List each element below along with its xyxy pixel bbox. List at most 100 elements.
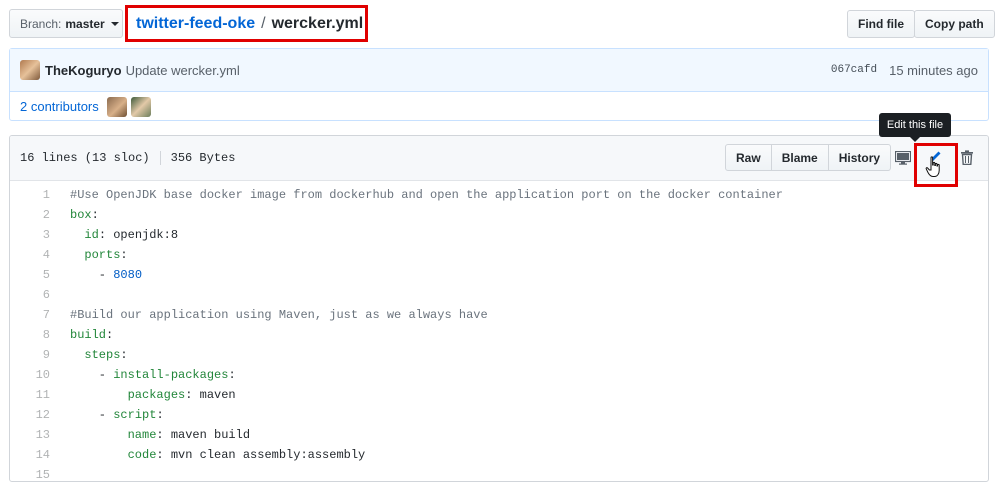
code-token: : (106, 328, 114, 342)
code-token: : (120, 248, 128, 262)
contributors-row: 2 contributors (10, 92, 988, 121)
raw-button[interactable]: Raw (725, 144, 772, 171)
commit-sha[interactable]: 067cafd (831, 64, 877, 76)
code-listing: 1 #Use OpenJDK base docker image from doc… (10, 181, 988, 481)
avatar[interactable] (20, 60, 40, 80)
file-size: 356 Bytes (170, 151, 236, 165)
code-token: : (120, 348, 128, 362)
code-line: 10 - install-packages: (10, 365, 988, 385)
code-token: - (70, 408, 114, 422)
commit-info: TheKoguryo Update wercker.yml 067cafd 15… (9, 48, 989, 121)
code-token: : maven build (156, 428, 251, 442)
code-token: id (84, 228, 99, 242)
line-number[interactable]: 8 (10, 328, 50, 342)
latest-commit-row: TheKoguryo Update wercker.yml 067cafd 15… (10, 49, 988, 92)
code-token: : (91, 208, 99, 222)
code-line: 3 id: openjdk:8 (10, 225, 988, 245)
line-number[interactable]: 1 (10, 188, 50, 202)
blame-button[interactable]: Blame (770, 144, 829, 171)
hand-cursor-icon (925, 156, 940, 177)
branch-select-button[interactable]: Branch: master (9, 9, 123, 38)
file-line-count: 16 lines (13 sloc) (20, 151, 161, 165)
file-actions: Find file Copy path (847, 10, 995, 38)
code-line: 4 ports: (10, 245, 988, 265)
code-token: code (127, 448, 157, 462)
code-line: 1 #Use OpenJDK base docker image from doc… (10, 185, 988, 205)
code-line: 7 #Build our application using Maven, jus… (10, 305, 988, 325)
line-content: name: maven build (50, 428, 250, 442)
code-line: 14 code: mvn clean assembly:assembly (10, 445, 988, 465)
line-content: ports: (50, 248, 128, 262)
code-token: - (70, 268, 114, 282)
line-number[interactable]: 11 (10, 388, 50, 402)
code-token: install-packages (113, 368, 229, 382)
line-content: - 8080 (50, 268, 142, 282)
line-number[interactable]: 13 (10, 428, 50, 442)
code-token: script (113, 408, 157, 422)
history-button[interactable]: History (827, 144, 892, 171)
code-token: - (70, 368, 114, 382)
file-view-buttons: Raw Blame History (725, 144, 892, 171)
code-token: : (228, 368, 236, 382)
file-viewer: 16 lines (13 sloc) 356 Bytes Raw Blame H… (9, 135, 989, 482)
code-token: ports (84, 248, 121, 262)
line-number[interactable]: 5 (10, 268, 50, 282)
line-content: packages: maven (50, 388, 236, 402)
line-number[interactable]: 7 (10, 308, 50, 322)
line-content: code: mvn clean assembly:assembly (50, 448, 366, 462)
line-number[interactable]: 3 (10, 228, 50, 242)
breadcrumb: twitter-feed-oke / wercker.yml (125, 5, 368, 42)
code-token: #Use OpenJDK base docker image from dock… (70, 188, 783, 202)
trash-icon[interactable] (960, 150, 974, 165)
line-content: steps: (50, 348, 128, 362)
line-content: id: openjdk:8 (50, 228, 178, 242)
line-number[interactable]: 15 (10, 468, 50, 481)
desktop-icon[interactable] (895, 151, 911, 165)
code-token: : maven (185, 388, 236, 402)
code-line: 12 - script: (10, 405, 988, 425)
commit-message[interactable]: Update wercker.yml (126, 63, 240, 78)
contributors-link[interactable]: 2 contributors (20, 99, 99, 114)
code-token: name (127, 428, 157, 442)
code-line: 8 build: (10, 325, 988, 345)
code-line: 15 (10, 465, 988, 481)
find-file-button[interactable]: Find file (847, 10, 915, 38)
line-content: #Use OpenJDK base docker image from dock… (50, 188, 783, 202)
line-content: box: (50, 208, 99, 222)
line-number[interactable]: 4 (10, 248, 50, 262)
line-number[interactable]: 2 (10, 208, 50, 222)
code-line: 13 name: maven build (10, 425, 988, 445)
code-token: box (70, 208, 92, 222)
contributor-avatar[interactable] (130, 96, 151, 117)
code-token: #Build our application using Maven, just… (70, 308, 488, 322)
copy-path-button[interactable]: Copy path (914, 10, 995, 38)
code-token: : openjdk:8 (98, 228, 179, 242)
code-token: steps (84, 348, 121, 362)
code-token: : (156, 408, 164, 422)
line-number[interactable]: 10 (10, 368, 50, 382)
branch-name: master (65, 16, 105, 31)
breadcrumb-repo-link[interactable]: twitter-feed-oke (136, 15, 255, 33)
code-token: build (70, 328, 107, 342)
contributor-avatar[interactable] (106, 96, 127, 117)
file-header: 16 lines (13 sloc) 356 Bytes Raw Blame H… (10, 136, 988, 187)
code-line: 9 steps: (10, 345, 988, 365)
line-number[interactable]: 9 (10, 348, 50, 362)
line-content: build: (50, 328, 113, 342)
line-number[interactable]: 6 (10, 288, 50, 302)
line-content: - install-packages: (50, 368, 236, 382)
code-line: 2 box: (10, 205, 988, 225)
breadcrumb-separator: / (261, 14, 266, 32)
line-number[interactable]: 14 (10, 448, 50, 462)
commit-author[interactable]: TheKoguryo (45, 63, 122, 78)
code-token: : mvn clean assembly:assembly (156, 448, 366, 462)
line-number[interactable]: 12 (10, 408, 50, 422)
branch-prefix: Branch: (20, 16, 62, 31)
breadcrumb-file-name: wercker.yml (271, 14, 364, 32)
